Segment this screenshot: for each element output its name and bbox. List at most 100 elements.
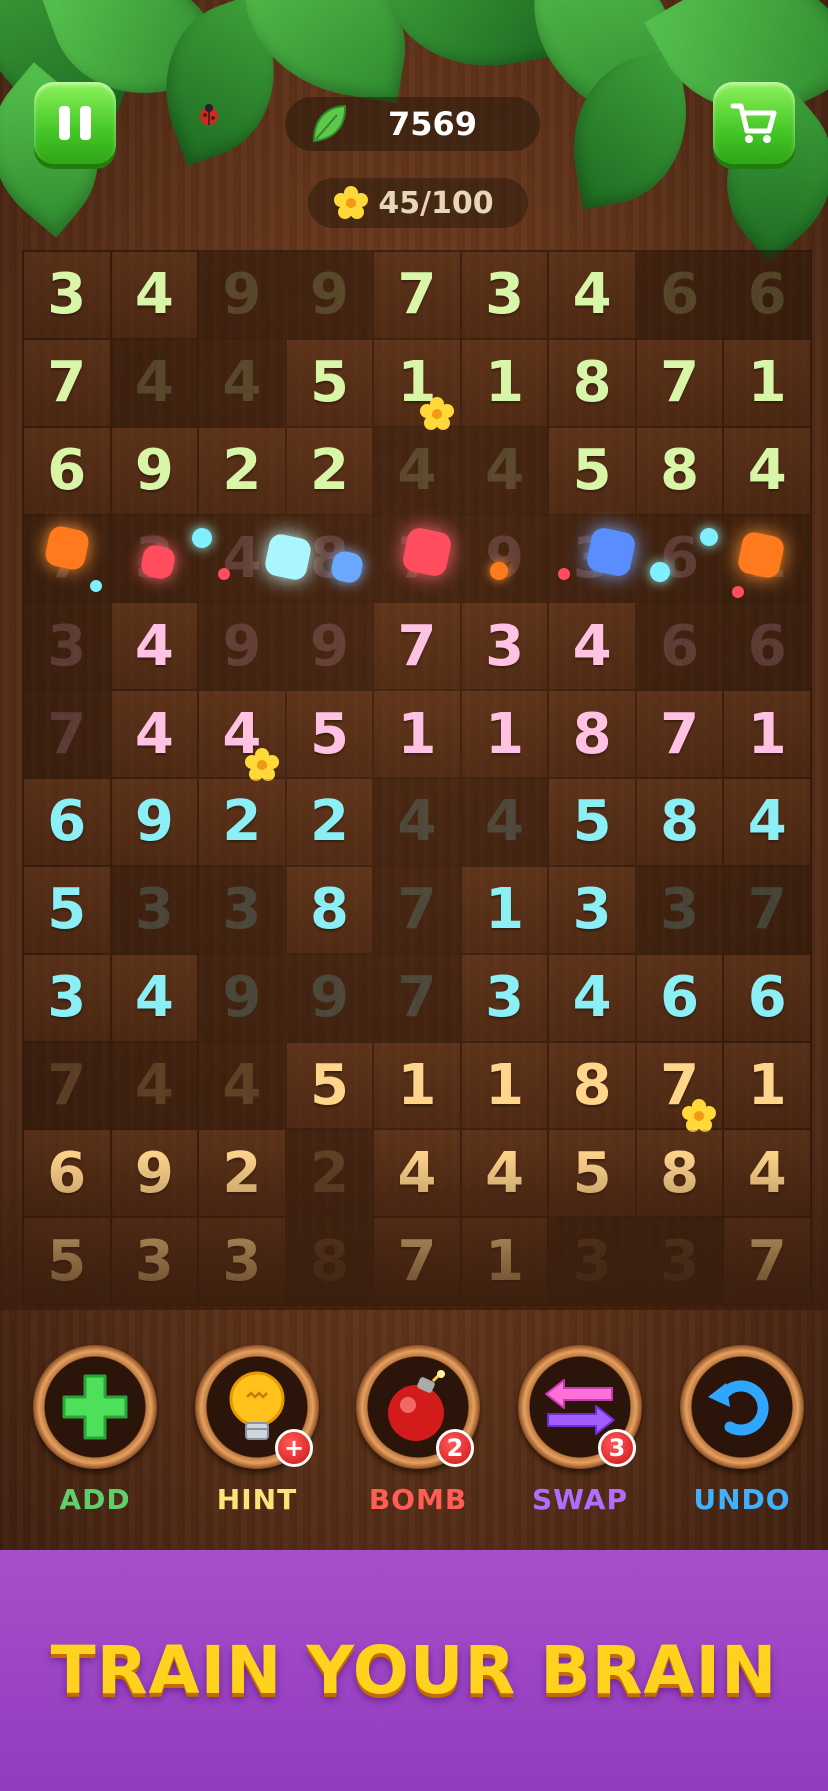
number-cell[interactable]: 9	[286, 252, 373, 338]
pause-button[interactable]	[34, 82, 116, 164]
number-cell[interactable]: 1	[724, 339, 810, 426]
number-cell[interactable]: 8	[636, 779, 723, 865]
number-cell[interactable]: 7	[374, 954, 460, 1041]
number-cell[interactable]: 9	[111, 1130, 198, 1217]
number-cell[interactable]: 1	[374, 339, 460, 430]
number-cell[interactable]: 9	[111, 427, 198, 514]
number-cell[interactable]: 4	[461, 1130, 548, 1217]
number-cell[interactable]: 9	[199, 603, 285, 690]
bomb-button[interactable]: 2 BOMB	[353, 1345, 483, 1516]
number-cell[interactable]: 9	[286, 603, 373, 690]
undo-button[interactable]: UNDO	[677, 1345, 807, 1516]
number-cell[interactable]: 6	[636, 603, 723, 690]
number-cell[interactable]: 8	[286, 866, 373, 953]
number-cell[interactable]: 7	[724, 1218, 810, 1304]
number-cell[interactable]: 6	[24, 427, 110, 514]
number-cell[interactable]: 9	[199, 252, 285, 338]
hint-button[interactable]: + HINT	[192, 1345, 322, 1516]
number-cell[interactable]: 7	[636, 339, 723, 426]
number-cell[interactable]: 9	[111, 779, 198, 865]
number-cell[interactable]: 3	[461, 603, 548, 690]
number-cell[interactable]: 4	[374, 779, 460, 865]
number-cell[interactable]: 4	[111, 1042, 198, 1129]
number-cell[interactable]: 2	[286, 779, 373, 865]
number-cell[interactable]: 4	[724, 1130, 810, 1217]
number-cell[interactable]: 7	[724, 866, 810, 953]
number-cell[interactable]: 2	[199, 427, 285, 514]
number-cell[interactable]: 7	[24, 515, 110, 602]
number-cell[interactable]: 7	[374, 1218, 460, 1304]
number-cell[interactable]: 3	[199, 866, 285, 953]
number-cell[interactable]: 6	[636, 954, 723, 1041]
number-cell[interactable]: 5	[549, 427, 635, 514]
number-cell[interactable]: 7	[374, 866, 460, 953]
number-cell[interactable]: 3	[461, 954, 548, 1041]
number-cell[interactable]: 6	[724, 954, 810, 1041]
add-button[interactable]: ADD	[30, 1345, 160, 1516]
number-cell[interactable]: 5	[286, 1042, 373, 1129]
number-cell[interactable]: 6	[24, 779, 110, 865]
number-cell[interactable]: 1	[724, 691, 810, 777]
number-cell[interactable]: 4	[199, 515, 285, 602]
number-cell[interactable]: 4	[199, 691, 285, 781]
number-cell[interactable]: 3	[461, 252, 548, 338]
number-cell[interactable]: 4	[111, 603, 198, 690]
number-cell[interactable]: 5	[286, 691, 373, 777]
number-cell[interactable]: 8	[636, 427, 723, 514]
number-cell[interactable]: 2	[199, 779, 285, 865]
number-cell[interactable]: 6	[636, 515, 723, 602]
number-cell[interactable]: 1	[724, 1042, 810, 1129]
number-cell[interactable]: 3	[24, 603, 110, 690]
number-cell[interactable]: 5	[24, 1218, 110, 1304]
number-cell[interactable]: 3	[111, 515, 198, 602]
number-cell[interactable]: 8	[286, 515, 373, 602]
number-cell[interactable]: 1	[724, 515, 810, 602]
number-cell[interactable]: 7	[24, 339, 110, 426]
number-cell[interactable]: 4	[199, 339, 285, 426]
number-cell[interactable]: 9	[461, 515, 548, 602]
number-cell[interactable]: 4	[374, 427, 460, 514]
number-cell[interactable]: 8	[549, 1042, 635, 1129]
number-cell[interactable]: 3	[24, 954, 110, 1041]
number-cell[interactable]: 4	[374, 1130, 460, 1217]
number-cell[interactable]: 4	[724, 779, 810, 865]
number-cell[interactable]: 7	[24, 691, 110, 777]
number-cell[interactable]: 2	[199, 1130, 285, 1217]
number-cell[interactable]: 3	[111, 866, 198, 953]
number-cell[interactable]: 2	[286, 427, 373, 514]
number-cell[interactable]: 6	[724, 603, 810, 690]
shop-button[interactable]	[713, 82, 795, 164]
number-cell[interactable]: 8	[636, 1130, 723, 1217]
number-cell[interactable]: 5	[549, 779, 635, 865]
number-cell[interactable]: 3	[549, 1218, 635, 1304]
number-cell[interactable]: 9	[199, 954, 285, 1041]
number-cell[interactable]: 1	[461, 1042, 548, 1129]
number-cell[interactable]: 4	[549, 252, 635, 338]
number-cell[interactable]: 6	[24, 1130, 110, 1217]
number-cell[interactable]: 8	[549, 691, 635, 777]
number-cell[interactable]: 7	[374, 252, 460, 338]
number-cell[interactable]: 3	[111, 1218, 198, 1304]
number-cell[interactable]: 3	[549, 866, 635, 953]
number-cell[interactable]: 4	[111, 252, 198, 338]
number-cell[interactable]: 7	[636, 691, 723, 777]
number-cell[interactable]: 4	[461, 779, 548, 865]
number-cell[interactable]: 4	[549, 603, 635, 690]
number-cell[interactable]: 7	[374, 515, 460, 602]
number-cell[interactable]: 1	[461, 339, 548, 426]
number-cell[interactable]: 3	[636, 1218, 723, 1304]
number-cell[interactable]: 1	[461, 1218, 548, 1304]
number-cell[interactable]: 7	[374, 603, 460, 690]
number-cell[interactable]: 6	[724, 252, 810, 338]
number-cell[interactable]: 2	[286, 1130, 373, 1217]
number-cell[interactable]: 4	[111, 339, 198, 426]
number-cell[interactable]: 1	[374, 691, 460, 777]
number-cell[interactable]: 4	[199, 1042, 285, 1129]
number-cell[interactable]: 9	[286, 954, 373, 1041]
number-cell[interactable]: 3	[549, 515, 635, 602]
number-cell[interactable]: 3	[24, 252, 110, 338]
number-cell[interactable]: 6	[636, 252, 723, 338]
swap-button[interactable]: 3 SWAP	[515, 1345, 645, 1516]
number-cell[interactable]: 8	[549, 339, 635, 426]
number-cell[interactable]: 5	[549, 1130, 635, 1217]
